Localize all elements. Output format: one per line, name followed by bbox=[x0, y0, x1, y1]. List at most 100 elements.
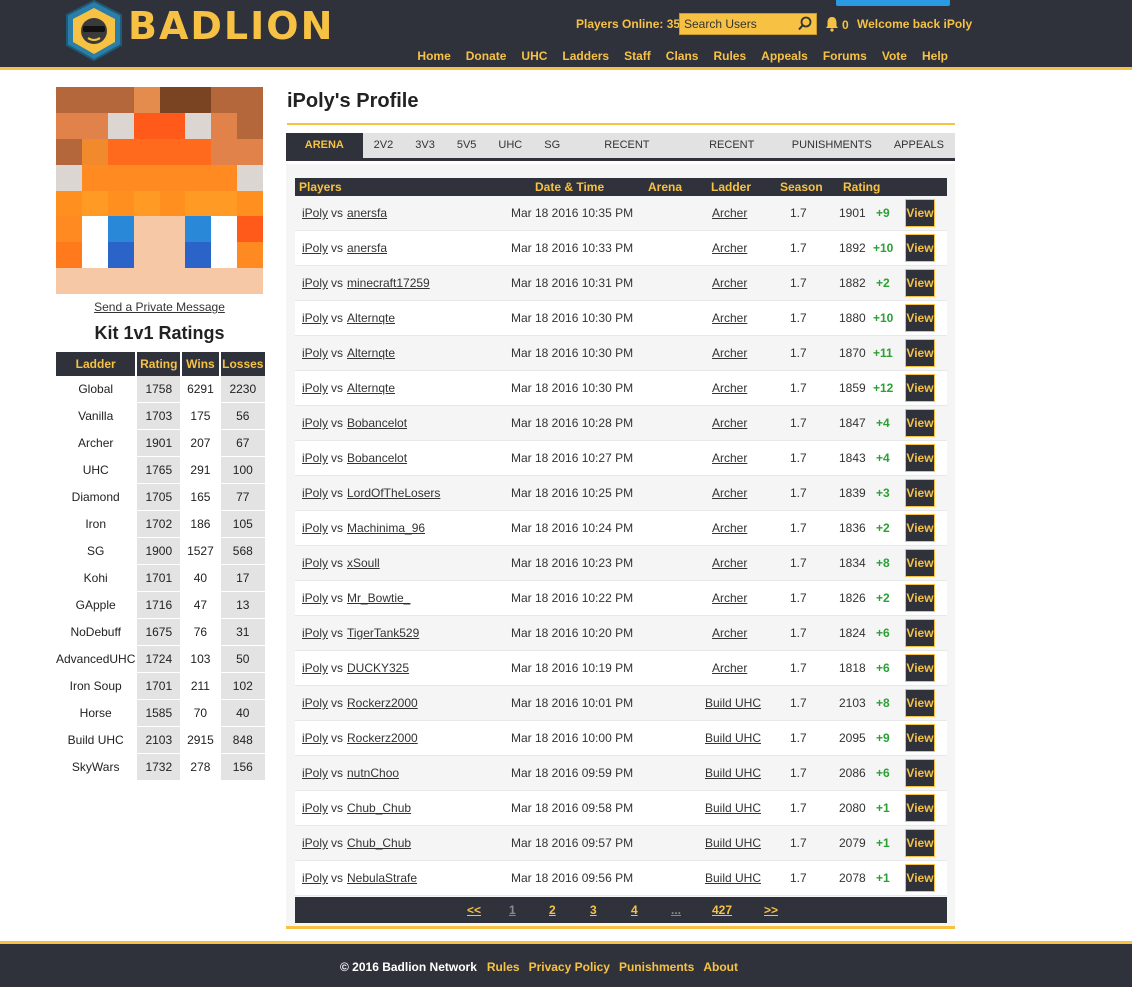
footer-link-about[interactable]: About bbox=[703, 960, 738, 974]
player-link[interactable]: iPoly bbox=[302, 556, 328, 570]
opponent-link[interactable]: Bobancelot bbox=[347, 451, 407, 465]
view-match-button[interactable]: View bbox=[905, 619, 935, 647]
player-link[interactable]: iPoly bbox=[302, 871, 328, 885]
tab-recent-threads[interactable]: RECENT THREADS bbox=[571, 133, 683, 176]
opponent-link[interactable]: DUCKY325 bbox=[347, 661, 409, 675]
opponent-link[interactable]: Machinima_96 bbox=[347, 521, 425, 535]
player-link[interactable]: iPoly bbox=[302, 836, 328, 850]
opponent-link[interactable]: nutnChoo bbox=[347, 766, 399, 780]
player-link[interactable]: iPoly bbox=[302, 416, 328, 430]
twitter-follow-button[interactable] bbox=[836, 0, 950, 6]
opponent-link[interactable]: anersfa bbox=[347, 206, 387, 220]
opponent-link[interactable]: NebulaStrafe bbox=[347, 871, 417, 885]
view-match-button[interactable]: View bbox=[905, 479, 935, 507]
ladder-link[interactable]: Archer bbox=[712, 556, 747, 570]
ladder-link[interactable]: Build UHC bbox=[705, 696, 761, 710]
view-match-button[interactable]: View bbox=[905, 549, 935, 577]
player-link[interactable]: iPoly bbox=[302, 626, 328, 640]
search-icon[interactable] bbox=[798, 16, 812, 34]
view-match-button[interactable]: View bbox=[905, 864, 935, 892]
nav-staff[interactable]: Staff bbox=[624, 49, 651, 63]
ladder-link[interactable]: Archer bbox=[712, 206, 747, 220]
nav-home[interactable]: Home bbox=[417, 49, 450, 63]
opponent-link[interactable]: Bobancelot bbox=[347, 416, 407, 430]
player-link[interactable]: iPoly bbox=[302, 381, 328, 395]
view-match-button[interactable]: View bbox=[905, 444, 935, 472]
view-match-button[interactable]: View bbox=[905, 829, 935, 857]
pager-page[interactable]: 1 bbox=[509, 903, 516, 917]
ladder-link[interactable]: Archer bbox=[712, 486, 747, 500]
player-link[interactable]: iPoly bbox=[302, 451, 328, 465]
player-link[interactable]: iPoly bbox=[302, 731, 328, 745]
ladder-link[interactable]: Build UHC bbox=[705, 836, 761, 850]
view-match-button[interactable]: View bbox=[905, 689, 935, 717]
opponent-link[interactable]: Chub_Chub bbox=[347, 801, 411, 815]
tab-arena-1v1[interactable]: ARENA 1V1 bbox=[286, 133, 363, 176]
player-link[interactable]: iPoly bbox=[302, 766, 328, 780]
opponent-link[interactable]: minecraft17259 bbox=[347, 276, 430, 290]
send-private-message-link[interactable]: Send a Private Message bbox=[56, 300, 263, 314]
nav-uhc[interactable]: UHC bbox=[521, 49, 547, 63]
tab-appeals[interactable]: APPEALS bbox=[882, 133, 955, 158]
tab-3v3[interactable]: 3V3 bbox=[404, 133, 446, 158]
view-match-button[interactable]: View bbox=[905, 584, 935, 612]
pager-page[interactable]: 2 bbox=[549, 903, 556, 917]
ladder-link[interactable]: Archer bbox=[712, 661, 747, 675]
view-match-button[interactable]: View bbox=[905, 304, 935, 332]
player-link[interactable]: iPoly bbox=[302, 206, 328, 220]
ladder-link[interactable]: Archer bbox=[712, 521, 747, 535]
player-link[interactable]: iPoly bbox=[302, 486, 328, 500]
view-match-button[interactable]: View bbox=[905, 654, 935, 682]
ladder-link[interactable]: Archer bbox=[712, 241, 747, 255]
opponent-link[interactable]: TigerTank529 bbox=[347, 626, 419, 640]
ladder-link[interactable]: Build UHC bbox=[705, 871, 761, 885]
nav-help[interactable]: Help bbox=[922, 49, 948, 63]
view-match-button[interactable]: View bbox=[905, 724, 935, 752]
opponent-link[interactable]: LordOfTheLosers bbox=[347, 486, 440, 500]
player-link[interactable]: iPoly bbox=[302, 346, 328, 360]
welcome-text[interactable]: Welcome back iPoly bbox=[857, 17, 972, 31]
view-match-button[interactable]: View bbox=[905, 339, 935, 367]
ladder-link[interactable]: Archer bbox=[712, 591, 747, 605]
view-match-button[interactable]: View bbox=[905, 759, 935, 787]
opponent-link[interactable]: Chub_Chub bbox=[347, 836, 411, 850]
opponent-link[interactable]: Alternqte bbox=[347, 311, 395, 325]
opponent-link[interactable]: xSoull bbox=[347, 556, 380, 570]
nav-ladders[interactable]: Ladders bbox=[562, 49, 609, 63]
player-link[interactable]: iPoly bbox=[302, 696, 328, 710]
ladder-link[interactable]: Archer bbox=[712, 311, 747, 325]
pager-prev[interactable]: << bbox=[467, 903, 481, 917]
opponent-link[interactable]: Alternqte bbox=[347, 346, 395, 360]
ladder-link[interactable]: Build UHC bbox=[705, 766, 761, 780]
view-match-button[interactable]: View bbox=[905, 199, 935, 227]
badlion-logo[interactable]: BADLION bbox=[64, 0, 332, 62]
pager-page[interactable]: 427 bbox=[712, 903, 732, 917]
view-match-button[interactable]: View bbox=[905, 234, 935, 262]
player-link[interactable]: iPoly bbox=[302, 591, 328, 605]
tab-punishments[interactable]: PUNISHMENTS bbox=[780, 133, 883, 158]
tab-sg[interactable]: SG bbox=[533, 133, 572, 158]
footer-link-rules[interactable]: Rules bbox=[487, 960, 520, 974]
player-link[interactable]: iPoly bbox=[302, 241, 328, 255]
view-match-button[interactable]: View bbox=[905, 269, 935, 297]
search-input[interactable] bbox=[680, 14, 794, 34]
ladder-link[interactable]: Archer bbox=[712, 626, 747, 640]
footer-link-privacy[interactable]: Privacy Policy bbox=[529, 960, 610, 974]
opponent-link[interactable]: anersfa bbox=[347, 241, 387, 255]
ladder-link[interactable]: Archer bbox=[712, 451, 747, 465]
opponent-link[interactable]: Rockerz2000 bbox=[347, 731, 418, 745]
nav-forums[interactable]: Forums bbox=[823, 49, 867, 63]
opponent-link[interactable]: Rockerz2000 bbox=[347, 696, 418, 710]
bell-icon[interactable] bbox=[825, 16, 839, 35]
pager-page[interactable]: 3 bbox=[590, 903, 597, 917]
view-match-button[interactable]: View bbox=[905, 374, 935, 402]
player-link[interactable]: iPoly bbox=[302, 661, 328, 675]
ladder-link[interactable]: Archer bbox=[712, 346, 747, 360]
view-match-button[interactable]: View bbox=[905, 514, 935, 542]
opponent-link[interactable]: Alternqte bbox=[347, 381, 395, 395]
ladder-link[interactable]: Archer bbox=[712, 276, 747, 290]
nav-donate[interactable]: Donate bbox=[466, 49, 507, 63]
ladder-link[interactable]: Build UHC bbox=[705, 801, 761, 815]
player-link[interactable]: iPoly bbox=[302, 521, 328, 535]
pager-page[interactable]: 4 bbox=[631, 903, 638, 917]
